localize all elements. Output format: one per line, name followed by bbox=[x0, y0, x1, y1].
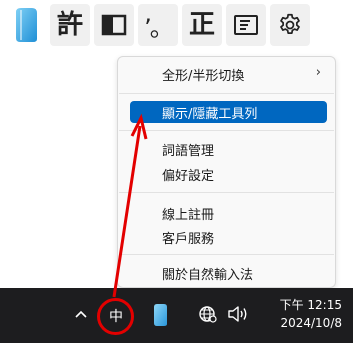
annotation-arrow bbox=[112, 113, 148, 298]
